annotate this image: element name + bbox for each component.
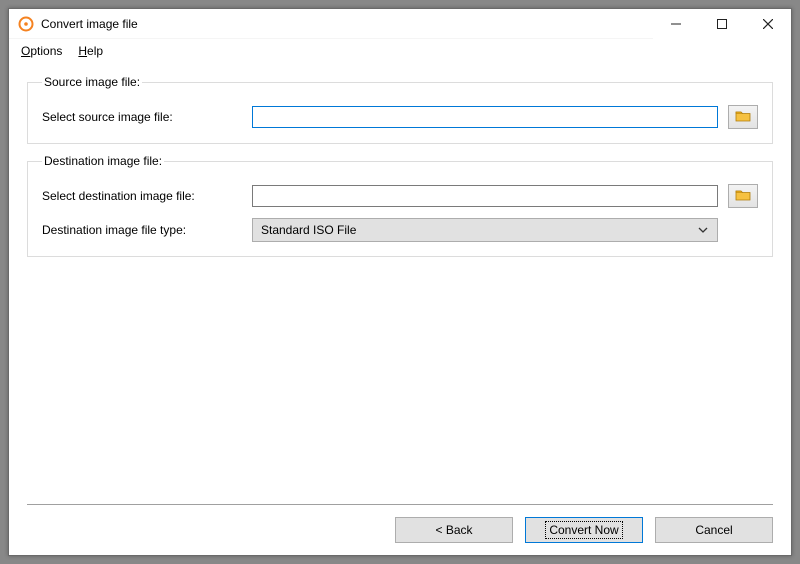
menu-help[interactable]: Help: [72, 42, 109, 60]
source-browse-button[interactable]: [728, 105, 758, 129]
window-controls: [653, 9, 791, 38]
close-button[interactable]: [745, 9, 791, 39]
maximize-button[interactable]: [699, 9, 745, 39]
cancel-button[interactable]: Cancel: [655, 517, 773, 543]
destination-select-label: Select destination image file:: [42, 189, 252, 203]
folder-icon: [735, 109, 751, 126]
source-file-input[interactable]: [252, 106, 718, 128]
destination-file-row: Select destination image file:: [42, 184, 758, 208]
app-icon: [18, 16, 34, 32]
folder-icon: [735, 188, 751, 205]
minimize-button[interactable]: [653, 9, 699, 39]
client-area: Source image file: Select source image f…: [9, 63, 791, 555]
window-title: Convert image file: [41, 17, 138, 31]
source-row: Select source image file:: [42, 105, 758, 129]
menu-bar: Options Help: [9, 39, 791, 63]
destination-type-select[interactable]: Standard ISO File: [252, 218, 718, 242]
menu-options[interactable]: Options: [15, 42, 68, 60]
footer-buttons: < Back Convert Now Cancel: [27, 511, 773, 545]
spacer: [27, 267, 773, 504]
destination-type-row: Destination image file type: Standard IS…: [42, 218, 758, 242]
source-select-label: Select source image file:: [42, 110, 252, 124]
title-bar: Convert image file: [9, 9, 791, 39]
window-frame: Convert image file Options Help Source i…: [8, 8, 792, 556]
source-legend: Source image file:: [42, 75, 142, 89]
destination-group: Destination image file: Select destinati…: [27, 154, 773, 257]
destination-type-value: Standard ISO File: [261, 223, 695, 237]
footer-separator: [27, 504, 773, 505]
destination-browse-button[interactable]: [728, 184, 758, 208]
destination-type-label: Destination image file type:: [42, 223, 252, 237]
destination-file-input[interactable]: [252, 185, 718, 207]
chevron-down-icon: [695, 227, 711, 233]
source-group: Source image file: Select source image f…: [27, 75, 773, 144]
back-button[interactable]: < Back: [395, 517, 513, 543]
destination-legend: Destination image file:: [42, 154, 164, 168]
convert-now-button[interactable]: Convert Now: [525, 517, 643, 543]
